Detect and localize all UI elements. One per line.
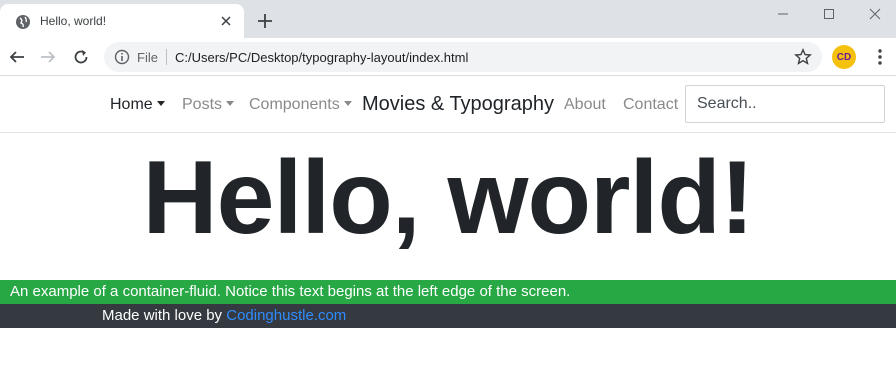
- star-icon[interactable]: [794, 48, 812, 66]
- hero-heading: Hello, world!: [142, 140, 755, 256]
- nav-home[interactable]: Home: [110, 96, 165, 114]
- omnibox-divider: [166, 49, 167, 65]
- nav-about[interactable]: About: [564, 96, 606, 114]
- address-bar[interactable]: File C:/Users/PC/Desktop/typography-layo…: [104, 42, 822, 72]
- footer: Made with love by Codinghustle.com: [0, 304, 896, 328]
- caret-down-icon: [226, 101, 235, 106]
- close-tab-icon[interactable]: [218, 13, 234, 29]
- menu-icon[interactable]: [870, 47, 890, 67]
- profile-avatar[interactable]: CD: [832, 45, 856, 69]
- nav-contact[interactable]: Contact: [623, 96, 678, 114]
- reload-icon: [74, 50, 88, 64]
- maximize-icon: [824, 9, 834, 19]
- nav-components[interactable]: Components: [249, 96, 352, 114]
- tab-strip: Hello, world!: [0, 0, 896, 38]
- page-viewport: Home Posts Components Movies & Typograph…: [0, 76, 896, 382]
- scheme-label: File: [137, 50, 158, 65]
- caret-down-icon: [343, 101, 352, 106]
- search-input[interactable]: [685, 85, 885, 123]
- container-fluid-banner: An example of a container-fluid. Notice …: [0, 280, 896, 304]
- nav-posts[interactable]: Posts: [182, 96, 235, 114]
- nav-components-label: Components: [249, 96, 340, 113]
- nav-home-label: Home: [110, 96, 153, 113]
- site-navbar: Home Posts Components Movies & Typograph…: [0, 76, 896, 133]
- caret-down-icon: [156, 101, 165, 106]
- minimize-button[interactable]: [760, 0, 806, 28]
- new-tab-icon[interactable]: [256, 12, 274, 30]
- minimize-icon: [778, 13, 788, 15]
- browser-toolbar: File C:/Users/PC/Desktop/typography-layo…: [0, 38, 896, 76]
- arrow-left-icon: [9, 51, 24, 63]
- back-button[interactable]: [6, 46, 28, 68]
- browser-tab[interactable]: Hello, world!: [0, 4, 244, 38]
- arrow-right-icon: [41, 51, 56, 63]
- footer-text: Made with love by: [102, 307, 227, 324]
- url-text[interactable]: C:/Users/PC/Desktop/typography-layout/in…: [175, 50, 468, 65]
- maximize-button[interactable]: [806, 0, 852, 28]
- navbar-brand[interactable]: Movies & Typography: [362, 93, 554, 116]
- globe-icon: [16, 15, 30, 29]
- nav-posts-label: Posts: [182, 96, 223, 113]
- info-icon[interactable]: [114, 49, 130, 65]
- reload-button[interactable]: [70, 46, 92, 68]
- window-close-icon: [869, 8, 881, 20]
- tab-title: Hello, world!: [40, 14, 107, 28]
- window-close-button[interactable]: [852, 0, 896, 28]
- forward-button[interactable]: [37, 46, 59, 68]
- footer-link[interactable]: Codinghustle.com: [226, 307, 346, 324]
